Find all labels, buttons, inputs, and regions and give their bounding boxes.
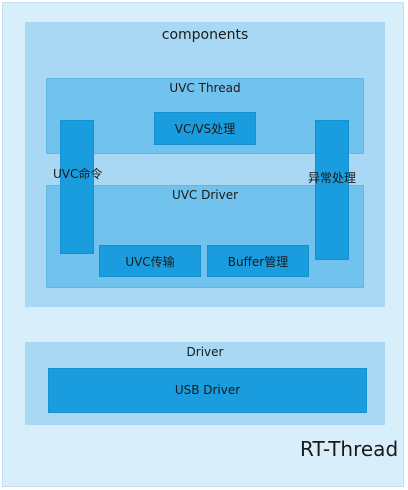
buffer-management-label: Buffer管理 [227, 255, 289, 269]
exception-handling-label: 异常处理 [308, 171, 357, 185]
uvc-command-block [60, 120, 94, 254]
vcvs-label: VC/VS处理 [174, 122, 236, 136]
components-title: components [161, 27, 249, 43]
driver-title: Driver [186, 345, 224, 359]
uvc-transfer-label: UVC传输 [125, 255, 175, 269]
exception-handling-block [315, 120, 349, 260]
rt-thread-label: RT-Thread [300, 437, 399, 461]
uvc-thread-title: UVC Thread [169, 81, 241, 95]
uvc-command-label: UVC命令 [53, 167, 103, 181]
usb-driver-label: USB Driver [174, 383, 241, 397]
